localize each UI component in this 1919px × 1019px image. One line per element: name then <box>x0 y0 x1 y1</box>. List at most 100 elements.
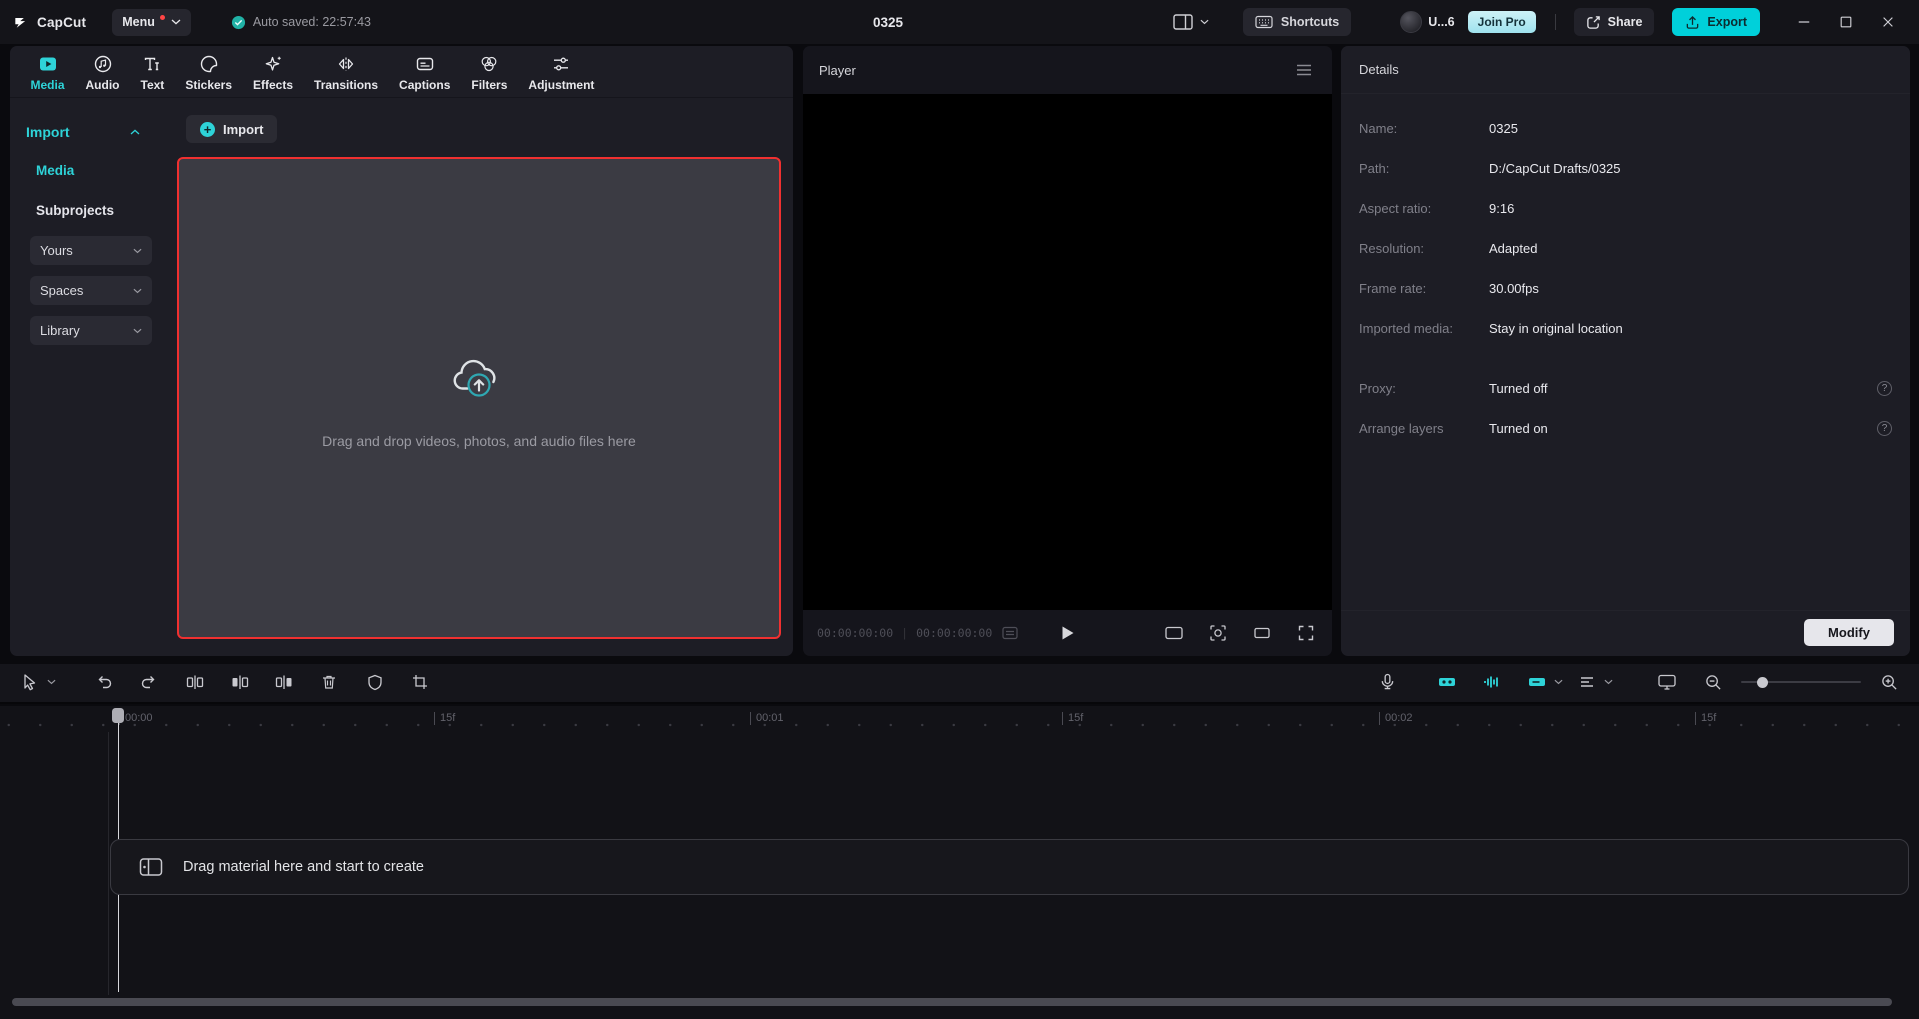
share-button[interactable]: Share <box>1574 8 1655 36</box>
menu-button[interactable]: Menu <box>112 9 191 36</box>
help-icon[interactable]: ? <box>1877 421 1892 436</box>
preview-display-icon[interactable] <box>1655 669 1679 695</box>
autosave-label: Auto saved: 22:57:43 <box>253 15 371 29</box>
cover-track-icon[interactable] <box>1525 669 1549 695</box>
player-menu-icon[interactable] <box>1292 57 1316 83</box>
keyframe-track-icon[interactable] <box>1435 669 1459 695</box>
chevron-down-icon[interactable] <box>1551 669 1565 695</box>
user-avatar[interactable] <box>1400 11 1422 33</box>
tab-label: Media <box>31 78 65 92</box>
sidebar-item-yours[interactable]: Yours <box>30 236 152 265</box>
trim-right-icon[interactable] <box>272 669 296 695</box>
sidebar-item-media[interactable]: Media <box>22 150 160 190</box>
undo-icon[interactable] <box>92 669 116 695</box>
track-layout-icon[interactable] <box>1575 669 1599 695</box>
sidebar-item-subprojects[interactable]: Subprojects <box>22 190 160 230</box>
tab-text[interactable]: Text <box>130 48 175 97</box>
tab-stickers[interactable]: Stickers <box>175 48 243 97</box>
titlebar-right: Shortcuts U...6 Join Pro Share Export <box>1173 0 1901 44</box>
project-title: 0325 <box>873 0 903 44</box>
divider <box>1555 14 1556 30</box>
media-panel: Media Audio Text Stickers <box>10 46 793 656</box>
timeline-ruler[interactable]: 00:00 15f 00:01 15f 00:02 15f <box>0 706 1919 732</box>
redo-icon[interactable] <box>137 669 161 695</box>
detail-row-proxy: Proxy: Turned off ? <box>1359 368 1892 408</box>
menu-label: Menu <box>122 15 155 29</box>
delete-icon[interactable] <box>317 669 341 695</box>
mini-player-icon[interactable] <box>1250 620 1274 646</box>
tab-filters[interactable]: Filters <box>461 48 518 97</box>
ruler-label: 15f <box>434 712 455 725</box>
transitions-tab-icon <box>336 54 356 74</box>
waveform-icon[interactable] <box>1480 669 1504 695</box>
trim-left-icon[interactable] <box>228 669 252 695</box>
titlebar: CapCut Menu Auto saved: 22:57:43 0325 <box>0 0 1919 44</box>
sidebar-item-spaces[interactable]: Spaces <box>30 276 152 305</box>
media-sidebar: Import Media Subprojects Yours <box>10 98 170 655</box>
close-button[interactable] <box>1875 8 1901 36</box>
detail-label: Frame rate: <box>1359 281 1489 296</box>
export-button[interactable]: Export <box>1672 8 1760 36</box>
split-icon[interactable] <box>183 669 207 695</box>
horizontal-scrollbar[interactable] <box>12 998 1892 1006</box>
canvas-ratio-icon[interactable] <box>1162 620 1186 646</box>
chevron-down-icon[interactable] <box>1601 669 1615 695</box>
play-button[interactable] <box>1061 625 1075 641</box>
tab-label: Captions <box>399 78 450 92</box>
tab-captions[interactable]: Captions <box>389 48 461 97</box>
timeline-drop-area[interactable]: Drag material here and start to create <box>110 839 1909 895</box>
detail-row-name: Name: 0325 <box>1359 108 1892 148</box>
player-header: Player <box>803 46 1332 94</box>
media-dropzone[interactable]: Drag and drop videos, photos, and audio … <box>177 157 781 639</box>
select-tool-icon[interactable] <box>18 669 42 695</box>
shortcuts-button[interactable]: Shortcuts <box>1243 8 1351 36</box>
detail-row-arrange-layers: Arrange layers Turned on ? <box>1359 408 1892 448</box>
tab-media[interactable]: Media <box>20 48 75 97</box>
timeline-zoom-slider[interactable] <box>1741 674 1861 690</box>
slider-knob[interactable] <box>1757 677 1768 688</box>
import-button[interactable]: + Import <box>186 115 277 143</box>
sidebar-item-label: Media <box>36 163 74 178</box>
record-voiceover-icon[interactable] <box>1375 669 1399 695</box>
chevron-down-icon[interactable] <box>44 669 58 695</box>
chevron-down-icon <box>133 248 142 254</box>
tab-adjustment[interactable]: Adjustment <box>518 48 605 97</box>
chevron-down-icon <box>1200 19 1209 25</box>
details-header: Details <box>1341 46 1910 94</box>
sidebar-item-label: Import <box>26 124 70 140</box>
tab-audio[interactable]: Audio <box>75 48 130 97</box>
ruler-label: 00:00 <box>119 712 153 725</box>
keyboard-icon <box>1255 15 1273 29</box>
minimize-button[interactable] <box>1791 8 1817 36</box>
maximize-button[interactable] <box>1833 8 1859 36</box>
capcut-app-window: CapCut Menu Auto saved: 22:57:43 0325 <box>0 0 1919 1019</box>
detail-label: Name: <box>1359 121 1489 136</box>
panel-layout-button[interactable] <box>1173 14 1209 30</box>
mask-icon[interactable] <box>363 669 387 695</box>
modify-button[interactable]: Modify <box>1804 619 1894 646</box>
duration-settings-icon[interactable] <box>1002 626 1018 640</box>
capcut-logo-icon <box>14 14 30 30</box>
player-viewport[interactable] <box>803 94 1332 610</box>
chevron-down-icon <box>133 328 142 334</box>
detail-label: Arrange layers <box>1359 421 1489 436</box>
zoom-out-icon[interactable] <box>1701 669 1725 695</box>
tab-effects[interactable]: Effects <box>243 48 304 97</box>
sidebar-item-import[interactable]: Import <box>22 114 150 150</box>
help-icon[interactable]: ? <box>1877 381 1892 396</box>
sidebar-item-library[interactable]: Library <box>30 316 152 345</box>
details-footer: Modify <box>1341 610 1910 656</box>
playhead-handle[interactable] <box>112 708 124 723</box>
spacer <box>1359 348 1892 368</box>
join-pro-button[interactable]: Join Pro <box>1468 11 1536 33</box>
zoom-in-icon[interactable] <box>1877 669 1901 695</box>
fullscreen-icon[interactable] <box>1294 620 1318 646</box>
tab-label: Stickers <box>185 78 232 92</box>
share-label: Share <box>1608 15 1643 29</box>
focus-icon[interactable] <box>1206 620 1230 646</box>
chevron-down-icon <box>133 288 142 294</box>
tab-transitions[interactable]: Transitions <box>304 48 389 97</box>
captions-tab-icon <box>415 54 435 74</box>
crop-icon[interactable] <box>408 669 432 695</box>
text-tab-icon <box>142 54 162 74</box>
